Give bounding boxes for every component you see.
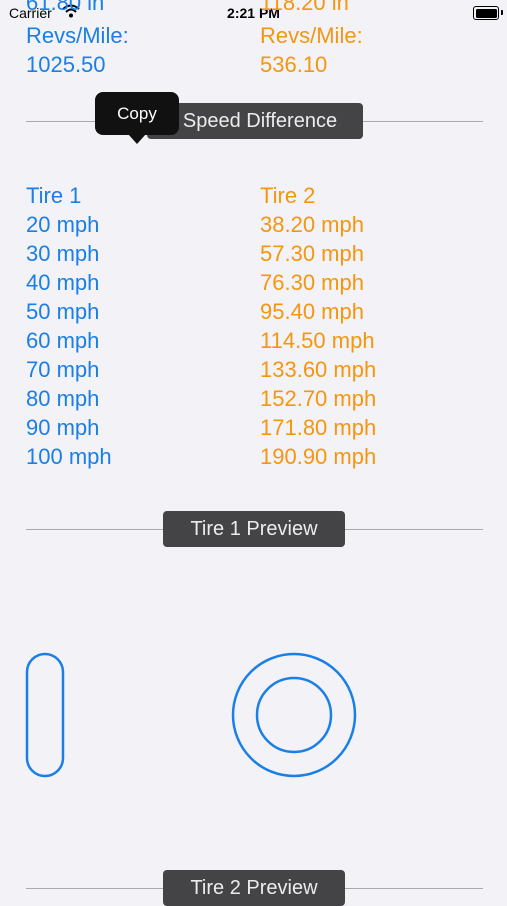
tire1-speed-row: 30 mph (26, 241, 100, 266)
tire2-speed-row: 38.20 mph (260, 212, 364, 237)
tire1-revs-label: Revs/Mile: (26, 23, 129, 48)
tire2-speed-row: 133.60 mph (260, 357, 377, 382)
tire1-revs-value: 1025.50 (26, 52, 106, 77)
tire1-speed-row: 60 mph (26, 328, 100, 353)
tire1-header: Tire 1 (26, 183, 82, 208)
tire1-speed-row: 80 mph (26, 386, 100, 411)
tire2-revs-label: Revs/Mile: (260, 23, 363, 48)
tire1-speed-row: 50 mph (26, 299, 100, 324)
copy-menu-arrow (128, 134, 146, 144)
tire2-speed-row: 171.80 mph (260, 415, 377, 440)
tire1-speed-row: 70 mph (26, 357, 100, 382)
tire2-preview-header: Tire 2 Preview (163, 870, 345, 906)
tire-preview-canvas (25, 652, 357, 778)
tire2-revs-value: 536.10 (260, 52, 328, 77)
tire-inner-ring-icon (255, 676, 333, 754)
speed-difference-header: Speed Difference (147, 103, 363, 139)
tire2-speed-row: 152.70 mph (260, 386, 377, 411)
tire1-preview-header: Tire 1 Preview (163, 511, 345, 547)
copy-menu[interactable]: Copy (95, 92, 179, 144)
tire2-speed-row: 57.30 mph (260, 241, 364, 266)
tire-side-profile-icon (25, 652, 65, 778)
tire1-circumference: 61.80 in (26, 0, 105, 15)
tire1-speed-column: Tire 1 20 mph 30 mph 40 mph 50 mph 60 mp… (26, 181, 112, 471)
tire2-header: Tire 2 (260, 183, 316, 208)
tire-outer-ring-icon (231, 652, 357, 778)
tire1-speed-row: 100 mph (26, 444, 112, 469)
tire2-speed-row: 95.40 mph (260, 299, 364, 324)
tire2-speed-row: 114.50 mph (260, 328, 375, 353)
tire1-speed-row: 20 mph (26, 212, 100, 237)
tire2-circumference: 118.20 in (260, 0, 349, 15)
tire2-speed-row: 76.30 mph (260, 270, 364, 295)
battery-icon (473, 6, 503, 20)
copy-menu-item[interactable]: Copy (117, 104, 157, 123)
tire1-speed-row: 90 mph (26, 415, 100, 440)
tire2-speed-row: 190.90 mph (260, 444, 377, 469)
tire2-speed-column: Tire 2 38.20 mph 57.30 mph 76.30 mph 95.… (260, 181, 376, 471)
tire1-speed-row: 40 mph (26, 270, 100, 295)
